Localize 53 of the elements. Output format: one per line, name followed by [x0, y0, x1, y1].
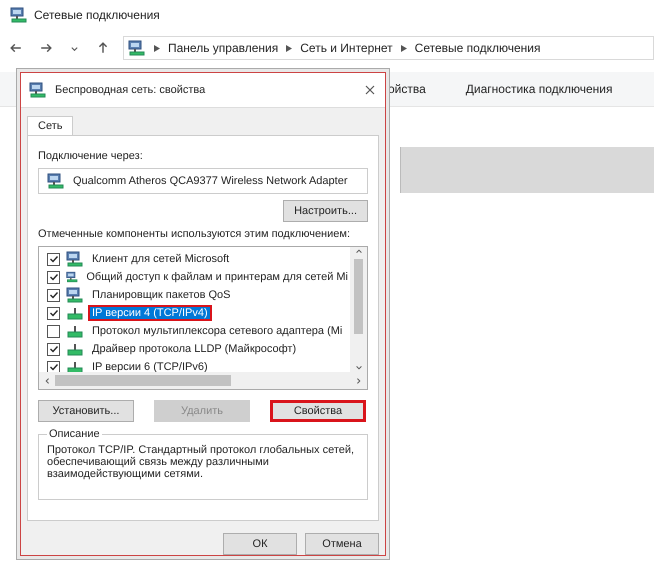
network-icon: [66, 251, 84, 267]
back-icon[interactable]: [10, 42, 22, 54]
checkbox[interactable]: [47, 306, 60, 320]
protocol-icon: [66, 342, 84, 356]
group-title: Описание: [48, 428, 101, 440]
tab[interactable]: Сеть: [27, 116, 74, 135]
protocol-icon: [66, 360, 84, 372]
component-item[interactable]: Протокол мультиплексора сетевого адаптера (Mi: [90, 325, 344, 337]
control-panel-icon: [128, 40, 146, 56]
component-item[interactable]: Общий доступ к файлам и принтерам для сетей Mi: [84, 271, 350, 283]
network-icon: [66, 287, 84, 303]
checkbox[interactable]: [47, 360, 60, 372]
scroll-up-icon[interactable]: [354, 247, 362, 255]
checkbox[interactable]: [47, 252, 60, 266]
checkbox[interactable]: [47, 288, 60, 302]
adapter-icon: [29, 82, 47, 98]
adapter-icon: [47, 173, 65, 189]
dialog-button[interactable]: Отмена: [305, 533, 379, 555]
component-item[interactable]: IP версии 4 (TCP/IPv4): [90, 307, 210, 319]
scroll-left-icon[interactable]: [43, 376, 51, 384]
checkbox[interactable]: [47, 270, 60, 284]
chevron-icon: [154, 44, 160, 52]
toolbar-item[interactable]: Диагностика подключения: [466, 82, 612, 96]
configure-button[interactable]: Настроить...: [283, 200, 368, 222]
component-item[interactable]: Планировщик пакетов QoS: [90, 289, 233, 301]
scroll-right-icon[interactable]: [355, 376, 363, 384]
description-text: Протокол TCP/IP. Стандартный протокол глобальных сетей, обеспечивающий связь между различными взаимодействующими сетями.: [47, 444, 356, 480]
component-item[interactable]: IP версии 6 (TCP/IPv6): [90, 361, 210, 372]
dialog-title: Беспроводная сеть: свойства: [55, 84, 206, 96]
adapter-name: Qualcomm Atheros QCA9377 Wireless Network Adapter: [73, 175, 348, 187]
forward-icon[interactable]: [40, 42, 52, 54]
component-item[interactable]: Драйвер протокола LLDP (Майкрософт): [90, 343, 298, 355]
field-label: Подключение через:: [38, 150, 144, 162]
horizontal-scrollbar[interactable]: [39, 372, 367, 389]
vertical-scrollbar[interactable]: [350, 247, 367, 372]
window-title: Сетевые подключения: [34, 8, 160, 22]
dialog-button[interactable]: ОК: [223, 533, 297, 555]
action-button[interactable]: Установить...: [38, 400, 134, 422]
chevron-icon: [400, 44, 407, 52]
network-icon: [66, 269, 78, 285]
address-bar[interactable]: Панель управления Сеть и Интернет Сетевые подключения: [123, 36, 654, 60]
action-button[interactable]: Свойства: [270, 400, 366, 422]
window-icon: [10, 7, 28, 23]
protocol-icon: [66, 306, 84, 320]
checkbox[interactable]: [47, 324, 60, 338]
scroll-down-icon[interactable]: [354, 364, 362, 372]
component-item[interactable]: Клиент для сетей Microsoft: [90, 253, 232, 265]
chevron-icon: [286, 44, 292, 52]
close-icon[interactable]: [365, 85, 375, 95]
list-label: Отмеченные компоненты используются этим подключением:: [38, 228, 352, 240]
up-icon[interactable]: [97, 42, 109, 54]
checkbox[interactable]: [47, 342, 60, 356]
protocol-icon: [66, 324, 84, 338]
